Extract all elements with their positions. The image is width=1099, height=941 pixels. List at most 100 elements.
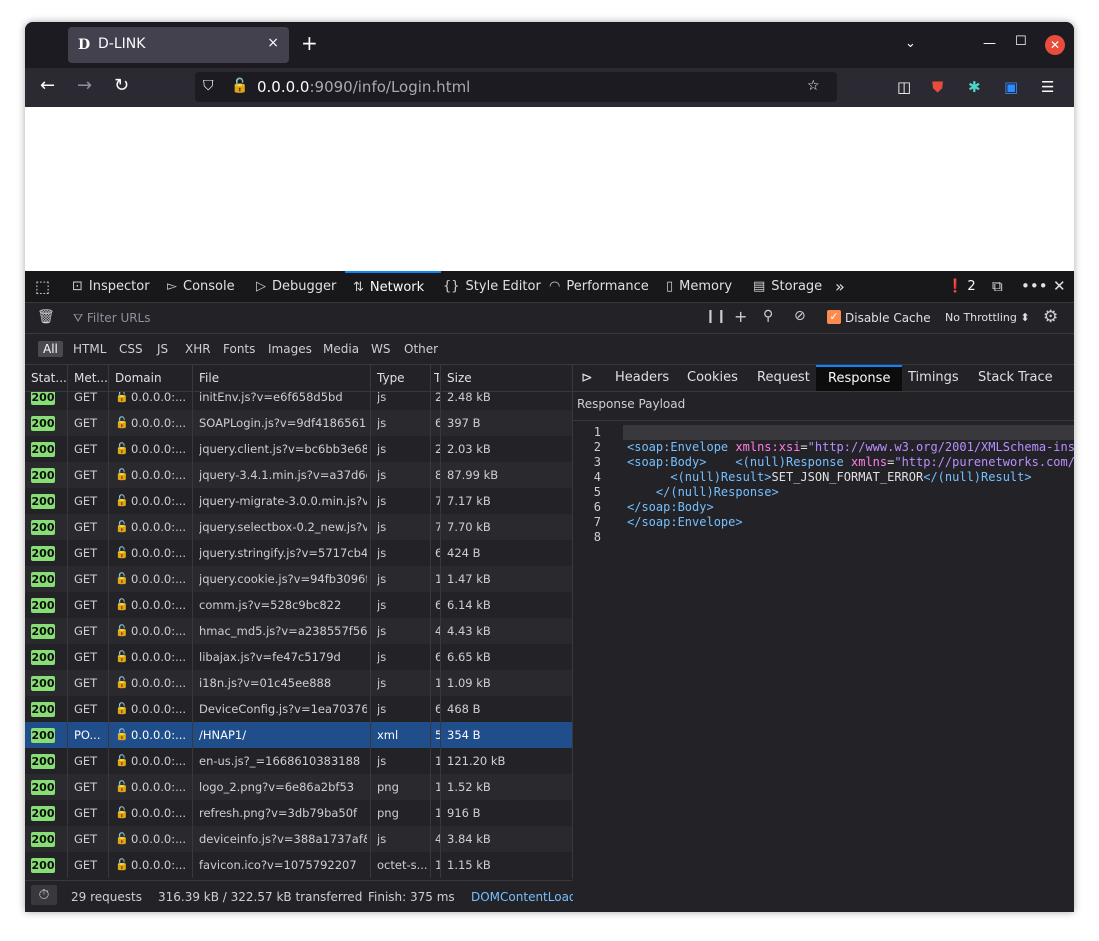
filter-xhr[interactable]: XHR <box>180 341 216 357</box>
status-badge: 200 <box>31 676 55 691</box>
cell-size: 468 B <box>447 702 481 716</box>
url-text[interactable]: 0.0.0.0:9090/info/Login.html <box>257 78 470 96</box>
table-row[interactable]: 200 🔓 GET 0.0.0.0:... SOAPLogin.js?v=9df4186… <box>25 410 572 436</box>
table-row[interactable]: 200 🔓 GET 0.0.0.0:... refresh.png?v=3db79ba5… <box>25 800 572 826</box>
col-transferred[interactable]: T <box>434 371 439 385</box>
forward-arrow-icon[interactable]: → <box>77 76 92 96</box>
cell-domain: 0.0.0.0:... <box>131 392 187 404</box>
reload-icon[interactable]: ↻ <box>114 76 129 96</box>
status-badge: 200 <box>31 728 55 743</box>
table-row[interactable]: 200 🔓 GET 0.0.0.0:... initEnv.js?v=e6f658d5b… <box>25 392 572 410</box>
filter-other[interactable]: Other <box>399 341 443 357</box>
pause-icon[interactable]: ❙❙ <box>705 309 727 324</box>
tab-style-editor[interactable]: {} Style Editor <box>443 271 541 302</box>
col-file[interactable]: File <box>199 371 219 385</box>
list-tabs-chevron-icon[interactable]: ⌄ <box>905 36 916 51</box>
zoom-extension-icon[interactable]: ▣ <box>1004 78 1018 96</box>
table-row[interactable]: 200 🔓 GET 0.0.0.0:... jquery-3.4.1.min.js?v=… <box>25 462 572 488</box>
minimize-icon[interactable]: — <box>983 36 996 51</box>
responsive-mode-icon[interactable]: ⧉ <box>992 271 1003 302</box>
table-row[interactable]: 200 🔓 GET 0.0.0.0:... i18n.js?v=01c45ee888 js… <box>25 670 572 696</box>
menu-hamburger-icon[interactable]: ☰ <box>1041 78 1054 96</box>
tab-timings[interactable]: Timings <box>908 365 959 391</box>
tab-debugger[interactable]: ▷ Debugger <box>256 271 336 302</box>
bookmark-star-icon[interactable]: ☆ <box>807 78 820 94</box>
filter-css[interactable]: CSS <box>114 341 148 357</box>
filter-fonts[interactable]: Fonts <box>218 341 260 357</box>
table-row[interactable]: 200 🔓 GET 0.0.0.0:... jquery.stringify.js?v=… <box>25 540 572 566</box>
table-row[interactable]: 200 🔓 GET 0.0.0.0:... DeviceConfig.js?v=1ea7… <box>25 696 572 722</box>
tab-style-editor-label: Style Editor <box>465 279 541 294</box>
close-tab-icon[interactable]: × <box>267 35 279 51</box>
more-tabs-chevron-icon[interactable]: » <box>835 271 845 302</box>
col-type[interactable]: Type <box>377 371 405 385</box>
table-row[interactable]: 200 🔓 GET 0.0.0.0:... en-us.js?_=16686103831… <box>25 748 572 774</box>
error-count[interactable]: ❗ 2 <box>947 271 976 302</box>
performance-analysis-icon[interactable]: ⏱ <box>31 885 57 905</box>
maximize-icon[interactable]: ☐ <box>1015 34 1027 49</box>
tab-title: D-LINK <box>98 36 146 52</box>
col-method[interactable]: Met... <box>74 371 108 385</box>
tab-memory[interactable]: ▯ Memory <box>666 271 732 302</box>
table-row[interactable]: 200 🔓 GET 0.0.0.0:... jquery.client.js?v=bc6… <box>25 436 572 462</box>
filter-all[interactable]: All <box>38 341 63 357</box>
shield-icon[interactable]: ⛉ <box>203 78 214 94</box>
ublock-icon[interactable]: ⛊ <box>932 78 943 96</box>
tab-network[interactable]: ⇅ Network <box>345 271 441 302</box>
toggle-sidebar-icon[interactable]: ⊳ <box>581 365 593 391</box>
close-window-icon[interactable]: ✕ <box>1045 35 1065 55</box>
tab-console[interactable]: ▻ Console <box>167 271 235 302</box>
throttling-select[interactable]: No Throttling ⬍ <box>945 311 1030 324</box>
devtools-panel: ⬚ ⊡ Inspector ▻ Console ▷ Debugger ⇅ Network… <box>25 271 1074 912</box>
col-status[interactable]: Stat... <box>31 371 67 385</box>
pick-element-icon[interactable]: ⬚ <box>35 271 50 302</box>
tab-storage[interactable]: ▤ Storage <box>753 271 822 302</box>
filter-media[interactable]: Media <box>318 341 364 357</box>
filter-ws[interactable]: WS <box>366 341 395 357</box>
table-row[interactable]: 200 🔓 GET 0.0.0.0:... jquery-migrate-3.0.0.m… <box>25 488 572 514</box>
close-devtools-icon[interactable]: ✕ <box>1053 271 1066 302</box>
filter-html[interactable]: HTML <box>68 341 111 357</box>
tab-stack-trace[interactable]: Stack Trace <box>978 365 1053 391</box>
new-tab-button[interactable]: + <box>301 32 318 54</box>
tab-headers[interactable]: Headers <box>615 365 669 391</box>
filter-urls-input[interactable]: ⛛ Filter URLs <box>73 311 151 326</box>
insecure-lock-icon[interactable]: 🔓 <box>231 78 248 94</box>
clear-trash-icon[interactable]: 🗑 <box>37 309 55 325</box>
table-row[interactable]: 200 🔓 GET 0.0.0.0:... favicon.ico?v=10757922… <box>25 852 572 878</box>
table-row[interactable]: 200 🔓 GET 0.0.0.0:... logo_2.png?v=6e86a2bf5… <box>25 774 572 800</box>
table-row[interactable]: 200 🔓 GET 0.0.0.0:... deviceinfo.js?v=388a17… <box>25 826 572 852</box>
back-arrow-icon[interactable]: ← <box>40 76 55 96</box>
filter-images[interactable]: Images <box>263 341 317 357</box>
search-icon[interactable]: ⚲ <box>763 308 773 324</box>
table-row[interactable]: 200 🔓 GET 0.0.0.0:... jquery.cookie.js?v=94f… <box>25 566 572 592</box>
table-row[interactable]: 200 🔓 GET 0.0.0.0:... hmac_md5.js?v=a238557f… <box>25 618 572 644</box>
disable-cache-checkbox[interactable]: ✓ <box>827 310 841 324</box>
table-row[interactable]: 200🔓PO...0.0.0.0:.../HNAP1/xml5354 B <box>25 722 572 748</box>
add-icon[interactable]: + <box>734 307 747 326</box>
filter-js[interactable]: JS <box>152 341 173 357</box>
col-domain[interactable]: Domain <box>115 371 162 385</box>
tab-inspector[interactable]: ⊡ Inspector <box>72 271 150 302</box>
tab-request[interactable]: Request <box>757 365 810 391</box>
error-icon: ❗ <box>947 279 964 294</box>
tab-response[interactable]: Response <box>816 365 903 391</box>
table-row[interactable]: 200 🔓 GET 0.0.0.0:... libajax.js?v=fe47c5179… <box>25 644 572 670</box>
tab-cookies[interactable]: Cookies <box>687 365 738 391</box>
extension-asterisk-icon[interactable]: ✱ <box>968 78 981 96</box>
browser-tab[interactable]: D D-LINK × <box>68 27 289 63</box>
table-row[interactable]: 200 🔓 GET 0.0.0.0:... jquery.selectbox-0.2_n… <box>25 514 572 540</box>
block-icon[interactable]: ⊘ <box>794 308 806 324</box>
more-options-icon[interactable]: ••• <box>1021 271 1048 302</box>
response-payload-label: Response Payload <box>577 397 686 411</box>
pocket-icon[interactable]: ◫ <box>897 78 911 96</box>
cell-method: GET <box>74 442 98 456</box>
col-size[interactable]: Size <box>447 371 472 385</box>
tab-performance[interactable]: ◠ Performance <box>549 271 649 302</box>
cell-domain: 0.0.0.0:... <box>131 468 187 482</box>
response-code-editor[interactable]: 1 2 3 4 5 6 7 8 <soap:Envelope xmlns:xsi… <box>573 420 1074 912</box>
url-bar[interactable]: ⛉ 🔓 0.0.0.0:9090/info/Login.html ☆ <box>195 72 837 102</box>
line-number: 8 <box>593 530 601 544</box>
network-settings-gear-icon[interactable]: ⚙ <box>1043 307 1058 327</box>
table-row[interactable]: 200 🔓 GET 0.0.0.0:... comm.js?v=528c9bc822 js… <box>25 592 572 618</box>
